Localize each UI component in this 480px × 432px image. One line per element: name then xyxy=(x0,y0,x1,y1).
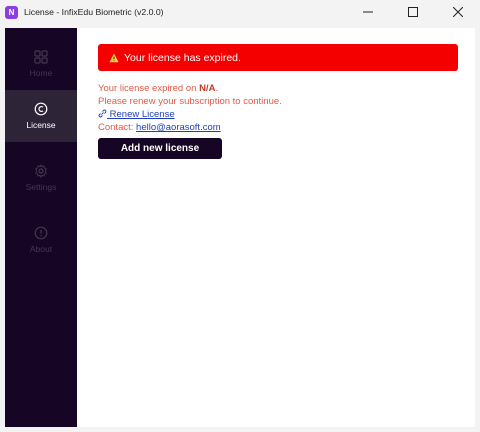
renew-license-link[interactable]: Renew License xyxy=(98,109,175,120)
link-icon xyxy=(98,109,107,118)
renew-message: Please renew your subscription to contin… xyxy=(98,96,282,107)
close-button[interactable] xyxy=(435,0,480,24)
expired-date-value: N/A xyxy=(199,83,216,94)
gear-icon xyxy=(35,164,47,178)
contact-email-link[interactable]: hello@aorasoft.com xyxy=(136,122,221,133)
sidebar: Home License Settings About xyxy=(5,28,77,427)
sidebar-item-label: Settings xyxy=(25,182,57,192)
expired-suffix: . xyxy=(215,83,219,94)
contact-row: Contact: hello@aorasoft.com xyxy=(98,122,221,133)
window-title: License - InfixEdu Biometric (v2.0.0) xyxy=(24,7,164,17)
main-content: Your license has expired. Your license e… xyxy=(77,28,475,427)
sidebar-item-home[interactable]: Home xyxy=(5,38,77,90)
expired-date-message: Your license expired on N/A. xyxy=(98,83,218,94)
minimize-button[interactable] xyxy=(345,0,390,24)
sidebar-item-label: About xyxy=(29,244,53,254)
add-new-license-button[interactable]: Add new license xyxy=(98,138,222,159)
contact-label: Contact: xyxy=(98,122,137,133)
sidebar-item-label: Home xyxy=(29,68,53,78)
window-controls xyxy=(345,0,480,24)
maximize-button[interactable] xyxy=(390,0,435,24)
renew-link-row: Renew License xyxy=(98,109,175,120)
close-icon xyxy=(452,7,463,17)
title-bar: N License - InfixEdu Biometric (v2.0.0) xyxy=(0,0,480,24)
sidebar-item-label: License xyxy=(26,120,56,130)
maximize-icon xyxy=(407,7,418,17)
alert-message: Your license has expired. xyxy=(124,51,241,64)
expired-alert: Your license has expired. xyxy=(98,44,458,71)
warning-icon xyxy=(109,53,119,62)
sidebar-item-license[interactable]: License xyxy=(5,90,77,142)
app-icon: N xyxy=(5,5,18,19)
expired-prefix: Your license expired on xyxy=(98,83,200,94)
sidebar-item-about[interactable]: About xyxy=(5,214,77,266)
info-icon xyxy=(34,226,48,240)
grid-icon xyxy=(34,50,48,64)
sidebar-item-settings[interactable]: Settings xyxy=(5,152,77,204)
copyright-icon xyxy=(34,102,48,116)
renew-license-label: Renew License xyxy=(109,109,175,120)
minimize-icon xyxy=(362,11,373,13)
